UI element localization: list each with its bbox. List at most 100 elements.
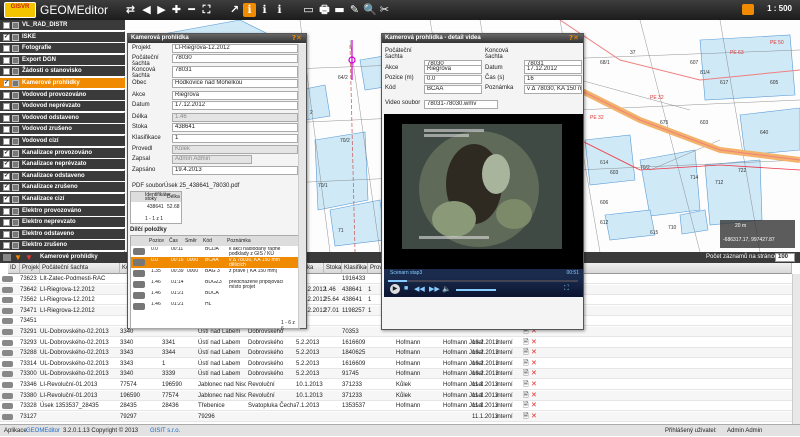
layer-checkbox[interactable] (3, 126, 10, 134)
delete-icon[interactable]: ✕ (531, 380, 537, 390)
layer-item[interactable]: Vodovod odstaveno (0, 112, 125, 124)
layer-item[interactable]: ✓ Kanalizace provozováno (0, 147, 125, 159)
layer-checkbox[interactable]: ✓ (3, 149, 10, 157)
parts-row-icon[interactable] (133, 281, 145, 288)
layer-checkbox[interactable]: ✓ (3, 184, 10, 192)
volume-slider[interactable] (456, 289, 496, 291)
table-row[interactable]: 73328 Úsek 1353537_28435 28435 28436 Třebeni… (0, 401, 800, 412)
layer-checkbox[interactable] (3, 45, 10, 53)
delete-icon[interactable]: ✕ (531, 391, 537, 401)
layer-item[interactable]: Vodovod cizí (0, 136, 125, 147)
row-icon[interactable] (2, 318, 13, 325)
edit-icon[interactable]: 🗎 (523, 359, 529, 369)
fullscreen-icon[interactable]: ⛶ (564, 285, 569, 293)
grid-column-header[interactable]: Projekt (20, 263, 40, 274)
parts-row-icon[interactable] (133, 303, 145, 310)
row-icon[interactable] (2, 413, 13, 420)
video-field-value[interactable]: BCAA (424, 85, 482, 94)
detail-field-value[interactable]: 78030 (172, 54, 298, 63)
detail-field-value[interactable]: Hodkovice nad Mohelkou (172, 79, 298, 88)
delete-icon[interactable]: ✕ (531, 401, 537, 411)
detail-field-value[interactable]: LI-Riegrova-12.2012 (172, 44, 298, 53)
toolbar-button-0[interactable]: ⇄ (124, 3, 137, 17)
toolbar-button-15[interactable]: ✂ (378, 3, 391, 17)
toolbar-button-5[interactable]: ⛶ (200, 3, 213, 17)
detail-scrollbar[interactable] (298, 44, 306, 328)
grid-column-header[interactable]: ID (8, 263, 20, 274)
edit-icon[interactable]: 🗎 (523, 412, 529, 422)
toolbar-button-11[interactable]: 🖶 (318, 3, 331, 17)
layer-item[interactable]: ✓ Kanalizace odstaveno (0, 170, 125, 182)
layer-item[interactable]: Vodovod neprévzato (0, 101, 125, 113)
layer-checkbox[interactable] (3, 91, 10, 99)
video-field-value[interactable]: v ∆ 78030, KA 150 mm d (524, 85, 582, 94)
layer-item[interactable]: Vodovod provozováno (0, 89, 125, 101)
help-close-icon[interactable]: ?✕ (292, 34, 306, 43)
video-field-value[interactable]: 17.12.2012 (524, 65, 582, 74)
layer-checkbox[interactable] (3, 22, 10, 29)
detail-field-value[interactable]: 1.46 (172, 113, 298, 122)
table-row[interactable]: 73346 LI-Revoluční-01.2013 77574 196590 Jabl… (0, 380, 800, 390)
layer-checkbox[interactable] (3, 56, 10, 64)
delete-icon[interactable]: ✕ (531, 359, 537, 369)
row-icon[interactable] (2, 276, 13, 282)
toolbar-button-2[interactable]: ▶ (155, 3, 168, 17)
layer-item[interactable]: Elektro odstaveno (0, 228, 125, 240)
video-field-value[interactable]: Riegrova (424, 65, 482, 74)
toolbar-button-14[interactable]: 🔍 (363, 3, 377, 17)
layer-checkbox[interactable] (3, 114, 10, 122)
layer-checkbox[interactable]: ✓ (3, 80, 10, 87)
layer-checkbox[interactable] (3, 219, 10, 227)
layer-item[interactable]: ✓ Kanalizace neprévzato (0, 159, 125, 171)
records-per-page-select[interactable]: 100 (775, 253, 795, 262)
parts-row[interactable]: 0.0 00:16 0000 BCAA v ∆ 78030, KA 150 mm děl… (131, 257, 299, 268)
video-help-close-icon[interactable]: ?✕ (569, 34, 583, 43)
detail-field-value[interactable]: 438641 (172, 123, 298, 132)
toolbar-button-1[interactable]: ◀ (140, 3, 153, 17)
layer-item[interactable]: Export DGN (0, 54, 125, 66)
rewind-icon[interactable]: ◀◀ (414, 285, 425, 293)
detail-field-value[interactable]: 19.4.2013 (172, 166, 298, 175)
grid-column-header[interactable]: Počáteční šachta (40, 263, 120, 274)
parts-row[interactable]: 1.35 00:39 0000 BAG 3z pravé ( KA 150 mm) (131, 268, 299, 279)
scale-icon[interactable] (742, 4, 754, 15)
row-icon[interactable] (2, 403, 13, 410)
layer-checkbox[interactable] (3, 207, 10, 215)
layer-checkbox[interactable] (3, 138, 10, 145)
detail-field-value[interactable]: 78031 (172, 66, 298, 78)
row-icon[interactable] (2, 307, 13, 314)
video-progress-track[interactable] (388, 280, 578, 282)
layer-item[interactable]: Fotografie (0, 43, 125, 55)
edit-icon[interactable]: 🗎 (523, 401, 529, 411)
forward-icon[interactable]: ▶▶ (429, 285, 440, 293)
pdf-link[interactable]: Úsek 25_438641_78030.pdf (164, 183, 239, 189)
grid-column-header[interactable]: Stoka (324, 263, 342, 274)
edit-icon[interactable]: 🗎 (523, 348, 529, 358)
table-row[interactable]: 73293 UL-Dobrovského-02.2013 3340 3341 Ústí … (0, 338, 800, 348)
layer-item[interactable]: VL_RAD_DISTR (0, 20, 125, 31)
row-icon[interactable] (2, 360, 13, 367)
volume-icon[interactable]: 🔈 (442, 285, 451, 293)
video-field-value[interactable]: 0.0 (424, 75, 482, 84)
parts-row[interactable]: 0.0 00:11 BCDA k akci nadlodaný řádně podkl… (131, 246, 299, 257)
clear-filter-icon[interactable]: ▼ (25, 252, 33, 263)
delete-icon[interactable]: ✕ (531, 338, 537, 348)
row-icon[interactable] (2, 286, 13, 293)
parts-row[interactable]: 1.46 01:21 BDCA (131, 290, 299, 301)
grid-scrollbar[interactable] (792, 274, 800, 424)
layer-checkbox[interactable]: ✓ (3, 161, 10, 169)
grid-column-header[interactable]: Klasifikace (342, 263, 368, 274)
row-icon[interactable] (2, 329, 13, 335)
toolbar-button-4[interactable]: ━ (185, 3, 198, 17)
parts-row-icon[interactable] (133, 248, 145, 255)
layer-checkbox[interactable] (3, 68, 10, 76)
edit-icon[interactable]: 🗎 (523, 369, 529, 379)
table-row[interactable]: 73380 LI-Revoluční-01.2013 196590 77574 Jabl… (0, 390, 800, 401)
layer-item[interactable]: ✓ Kanalizace cizí (0, 194, 125, 205)
row-icon[interactable] (2, 297, 13, 304)
toolbar-button-10[interactable]: ▭ (302, 3, 315, 17)
layer-item[interactable]: ✓ Kanalizace zrušeno (0, 182, 125, 194)
delete-icon[interactable]: ✕ (531, 412, 537, 422)
edit-icon[interactable]: 🗎 (523, 391, 529, 401)
toolbar-button-7[interactable]: ℹ (243, 3, 256, 17)
